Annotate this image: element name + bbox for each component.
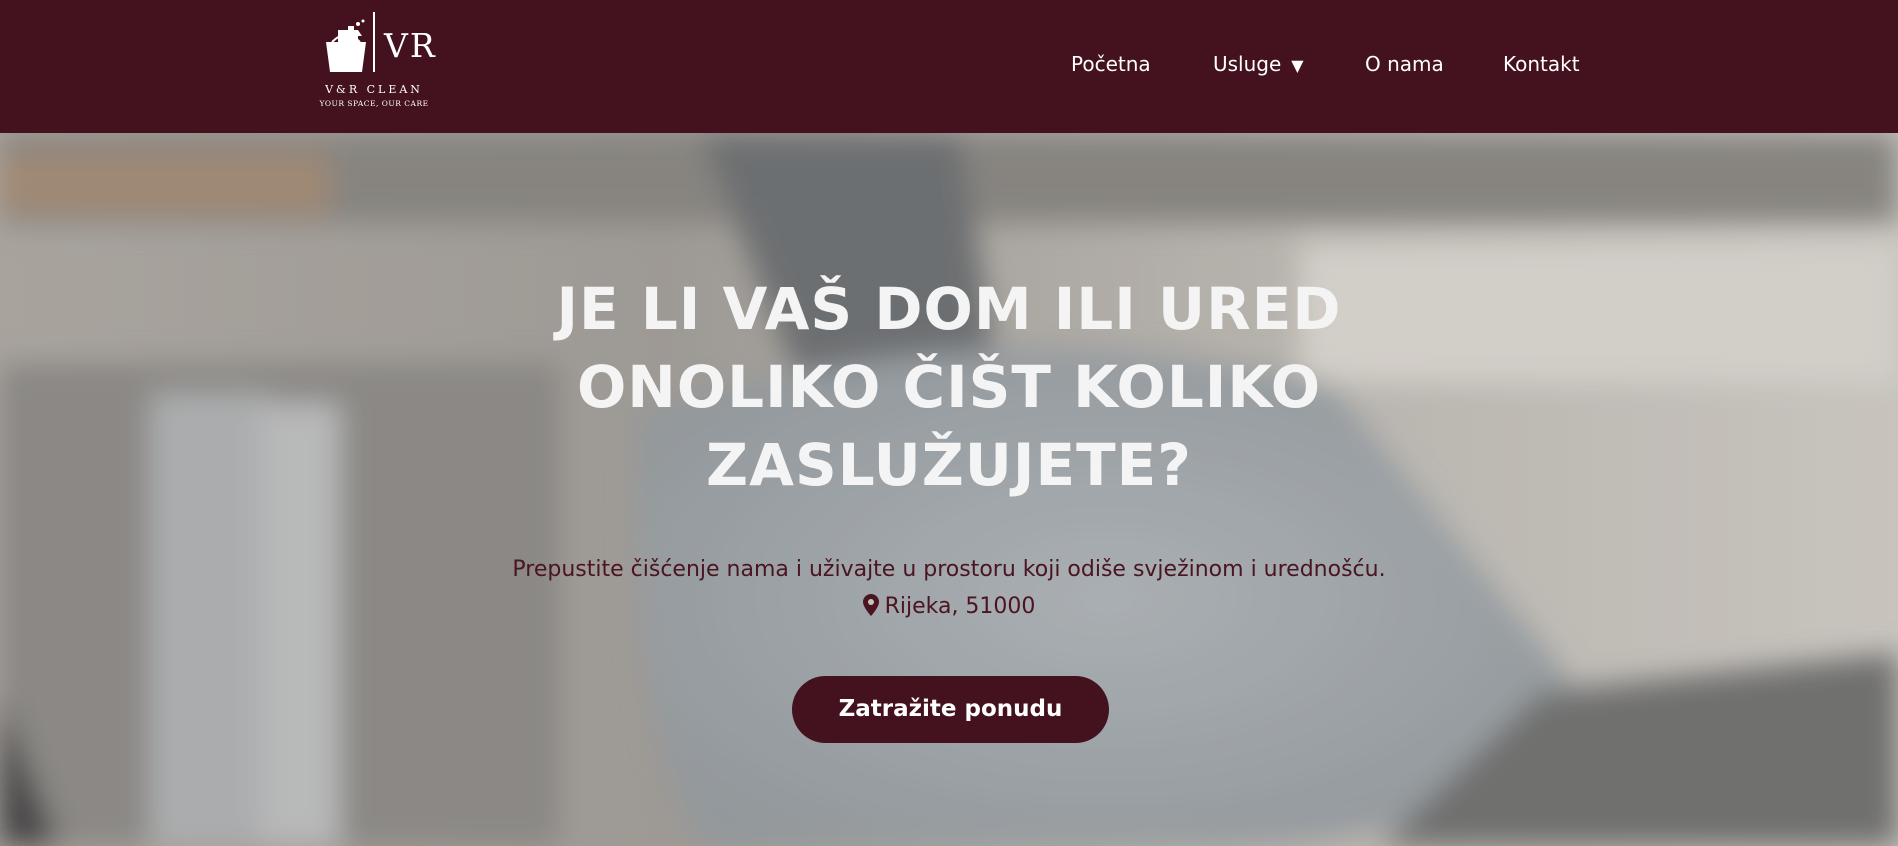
map-pin-icon [862, 594, 879, 616]
site-header: VR V&R CLEAN YOUR SPACE, OUR CARE Početn… [0, 0, 1898, 133]
hero-location: Rijeka, 51000 [849, 594, 1049, 619]
logo-letters: VR [384, 26, 437, 65]
hero-title-line: JE LI VAŠ DOM ILI URED [556, 275, 1342, 343]
nav-item-kontakt[interactable]: Kontakt [1503, 52, 1580, 76]
brand-logo[interactable]: VR V&R CLEAN YOUR SPACE, OUR CARE [318, 12, 435, 110]
logo-divider [373, 12, 375, 72]
nav-item-label: Početna [1071, 52, 1151, 76]
hero-title-line: ONOLIKO ČIŠT KOLIKO [576, 353, 1322, 421]
location-text: Rijeka, 51000 [884, 594, 1036, 619]
request-quote-button[interactable]: Zatražite ponudu [792, 676, 1109, 743]
nav-item-label: O nama [1365, 52, 1444, 76]
hero-title-line: ZASLUŽUJETE? [706, 431, 1192, 499]
nav-item-label: Usluge [1213, 52, 1282, 76]
hero-subtitle: Prepustite čišćenje nama i uživajte u pr… [512, 557, 1386, 582]
caret-down-icon: ▼ [1291, 56, 1304, 75]
brand-name: V&R CLEAN [325, 83, 423, 96]
brand-tagline: YOUR SPACE, OUR CARE [319, 99, 429, 108]
hero-title: JE LI VAŠ DOM ILI URED ONOLIKO ČIŠT KOLI… [449, 270, 1449, 504]
nav-item-label: Kontakt [1503, 52, 1580, 76]
nav-item-pocetna[interactable]: Početna [1071, 52, 1151, 76]
nav-item-usluge[interactable]: Usluge ▼ [1213, 52, 1304, 76]
nav-item-o-nama[interactable]: O nama [1365, 52, 1444, 76]
